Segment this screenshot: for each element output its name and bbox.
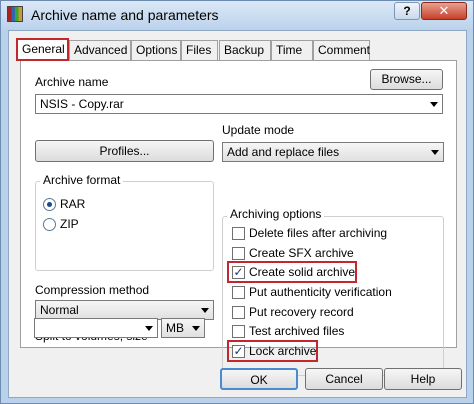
- split-size-combo[interactable]: [34, 318, 158, 338]
- delete-files-checkbox[interactable]: [232, 227, 245, 240]
- zip-label[interactable]: ZIP: [60, 217, 79, 231]
- test-files-checkbox[interactable]: [232, 325, 245, 338]
- tab-advanced[interactable]: Advanced: [69, 40, 131, 60]
- browse-button[interactable]: Browse...: [370, 69, 443, 90]
- profiles-button[interactable]: Profiles...: [35, 140, 214, 162]
- tab-backup[interactable]: Backup: [219, 40, 271, 60]
- rar-radio[interactable]: [43, 198, 56, 211]
- authenticity-label[interactable]: Put authenticity verification: [249, 285, 392, 299]
- winrar-icon: [7, 6, 23, 22]
- window-title: Archive name and parameters: [31, 7, 219, 23]
- update-mode-label: Update mode: [222, 123, 295, 137]
- recovery-record-label[interactable]: Put recovery record: [249, 305, 354, 319]
- update-mode-value: Add and replace files: [227, 145, 340, 159]
- ok-button[interactable]: OK: [220, 368, 298, 390]
- help-button[interactable]: Help: [384, 368, 462, 390]
- archive-name-value: NSIS - Copy.rar: [40, 97, 124, 111]
- tab-options[interactable]: Options: [131, 40, 181, 60]
- lock-archive-label[interactable]: Lock archive: [249, 344, 316, 358]
- create-sfx-label[interactable]: Create SFX archive: [249, 246, 354, 260]
- archiving-options-title: Archiving options: [227, 207, 325, 221]
- tab-general[interactable]: General: [16, 38, 69, 61]
- chevron-down-icon: [145, 326, 153, 331]
- tab-comment[interactable]: Comment: [313, 40, 370, 60]
- split-unit-combo[interactable]: MB: [161, 318, 205, 338]
- archive-format-title: Archive format: [40, 173, 124, 187]
- chevron-down-icon: [431, 150, 439, 155]
- chevron-down-icon: [192, 326, 200, 331]
- general-panel: Archive name Browse... NSIS - Copy.rar U…: [20, 60, 457, 376]
- split-unit-value: MB: [166, 321, 184, 335]
- tab-time[interactable]: Time: [271, 40, 313, 60]
- dialog-client: General Advanced Options Files Backup Ti…: [8, 30, 467, 398]
- chevron-down-icon: [430, 102, 438, 107]
- dialog-window: Archive name and parameters ? ✕ General …: [0, 0, 474, 404]
- test-files-label[interactable]: Test archived files: [249, 324, 344, 338]
- rar-label[interactable]: RAR: [60, 197, 85, 211]
- tab-files[interactable]: Files: [181, 40, 218, 60]
- compression-value: Normal: [40, 303, 79, 317]
- create-solid-label[interactable]: Create solid archive: [249, 265, 355, 279]
- recovery-record-checkbox[interactable]: [232, 306, 245, 319]
- close-icon[interactable]: ✕: [421, 2, 467, 20]
- lock-archive-checkbox[interactable]: ✓: [232, 345, 245, 358]
- cancel-button[interactable]: Cancel: [305, 368, 383, 390]
- zip-radio[interactable]: [43, 218, 56, 231]
- delete-files-label[interactable]: Delete files after archiving: [249, 226, 387, 240]
- authenticity-checkbox[interactable]: [232, 286, 245, 299]
- compression-label: Compression method: [35, 283, 150, 297]
- create-solid-checkbox[interactable]: ✓: [232, 266, 245, 279]
- compression-combo[interactable]: Normal: [35, 300, 214, 320]
- chevron-down-icon: [201, 308, 209, 313]
- title-bar[interactable]: Archive name and parameters ? ✕: [1, 1, 473, 29]
- archive-name-combo[interactable]: NSIS - Copy.rar: [35, 94, 443, 114]
- create-sfx-checkbox[interactable]: [232, 247, 245, 260]
- archive-name-label: Archive name: [35, 75, 109, 89]
- help-title-button[interactable]: ?: [394, 2, 420, 20]
- update-mode-combo[interactable]: Add and replace files: [222, 142, 444, 162]
